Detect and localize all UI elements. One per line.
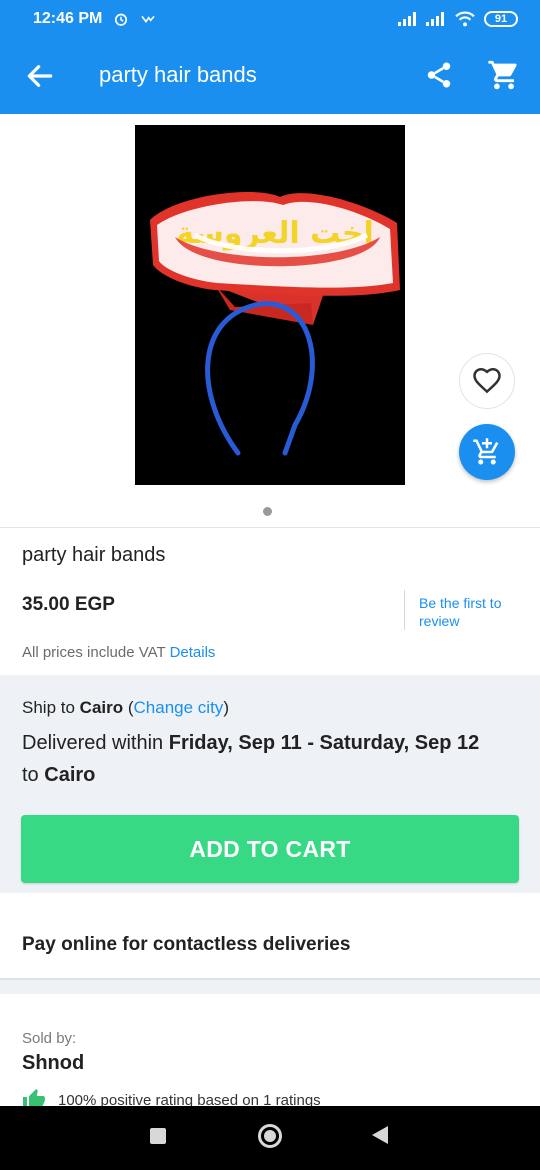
carousel-dot[interactable] xyxy=(263,507,272,516)
review-divider xyxy=(404,590,405,630)
contactless-banner: Pay online for contactless deliveries xyxy=(0,908,540,980)
product-price: 35.00 EGP xyxy=(22,594,115,615)
section-gap xyxy=(0,980,540,994)
headband-illustration: اخت العروسة xyxy=(135,125,405,485)
delivery-estimate: Delivered within Friday, Sep 11 - Saturd… xyxy=(22,727,522,791)
recent-apps-icon[interactable] xyxy=(150,1128,166,1144)
share-icon[interactable] xyxy=(424,60,454,90)
seller-section: Sold by: Shnod 100% positive rating base… xyxy=(0,994,540,1106)
wifi-icon xyxy=(455,11,475,27)
delivery-dates: Friday, Sep 11 - Saturday, Sep 12 xyxy=(168,732,480,754)
page-title: party hair bands xyxy=(99,62,257,87)
add-cart-icon xyxy=(473,438,499,465)
product-detail-screen: 12:46 PM 91 party hair bands اخت العروسة… xyxy=(0,0,540,1170)
ship-to-label: Ship to xyxy=(22,698,75,717)
vat-note: All prices include VAT Details xyxy=(22,644,215,661)
sold-by-label: Sold by: xyxy=(22,1030,77,1047)
signal-icon xyxy=(426,12,444,26)
vat-details-link[interactable]: Details xyxy=(170,644,216,661)
divider xyxy=(0,527,540,528)
check-icon xyxy=(141,15,155,24)
delivery-city: Cairo xyxy=(44,764,96,786)
change-city-link[interactable]: Change city xyxy=(134,698,224,717)
nav-back-icon[interactable] xyxy=(372,1126,388,1144)
app-bar: party hair bands xyxy=(0,38,540,114)
first-review-link[interactable]: Be the first to review xyxy=(419,594,529,630)
seller-rating: 100% positive rating based on 1 ratings xyxy=(22,1088,321,1106)
contactless-text: Pay online for contactless deliveries xyxy=(22,934,351,955)
product-image-carousel[interactable]: اخت العروسة xyxy=(0,114,540,527)
home-icon[interactable] xyxy=(258,1124,282,1148)
add-to-cart-button[interactable]: ADD TO CART xyxy=(21,815,519,883)
battery-icon: 91 xyxy=(484,11,518,27)
ship-to-line: Ship to Cairo (Change city) xyxy=(22,698,229,717)
product-name: party hair bands xyxy=(22,544,166,566)
shipping-panel: Ship to Cairo (Change city) Delivered wi… xyxy=(0,675,540,893)
back-arrow-icon[interactable] xyxy=(24,60,56,92)
status-bar: 12:46 PM 91 xyxy=(0,0,540,38)
system-nav-bar xyxy=(0,1106,540,1170)
heart-icon xyxy=(473,367,501,394)
rating-text: 100% positive rating based on 1 ratings xyxy=(58,1091,321,1107)
product-image[interactable]: اخت العروسة xyxy=(135,125,405,485)
vat-text: All prices include VAT xyxy=(22,644,166,661)
alarm-icon xyxy=(115,13,128,26)
thumbs-up-icon xyxy=(23,1089,45,1106)
wishlist-button[interactable] xyxy=(459,353,515,409)
ship-city: Cairo xyxy=(79,698,124,717)
delivery-to-label: to xyxy=(22,764,39,786)
quick-add-to-cart-button[interactable] xyxy=(459,424,515,480)
delivered-label: Delivered within xyxy=(22,732,164,754)
status-time: 12:46 PM xyxy=(33,10,103,27)
seller-name[interactable]: Shnod xyxy=(22,1052,84,1075)
signal-icon xyxy=(398,12,416,26)
cart-icon[interactable] xyxy=(487,58,521,92)
